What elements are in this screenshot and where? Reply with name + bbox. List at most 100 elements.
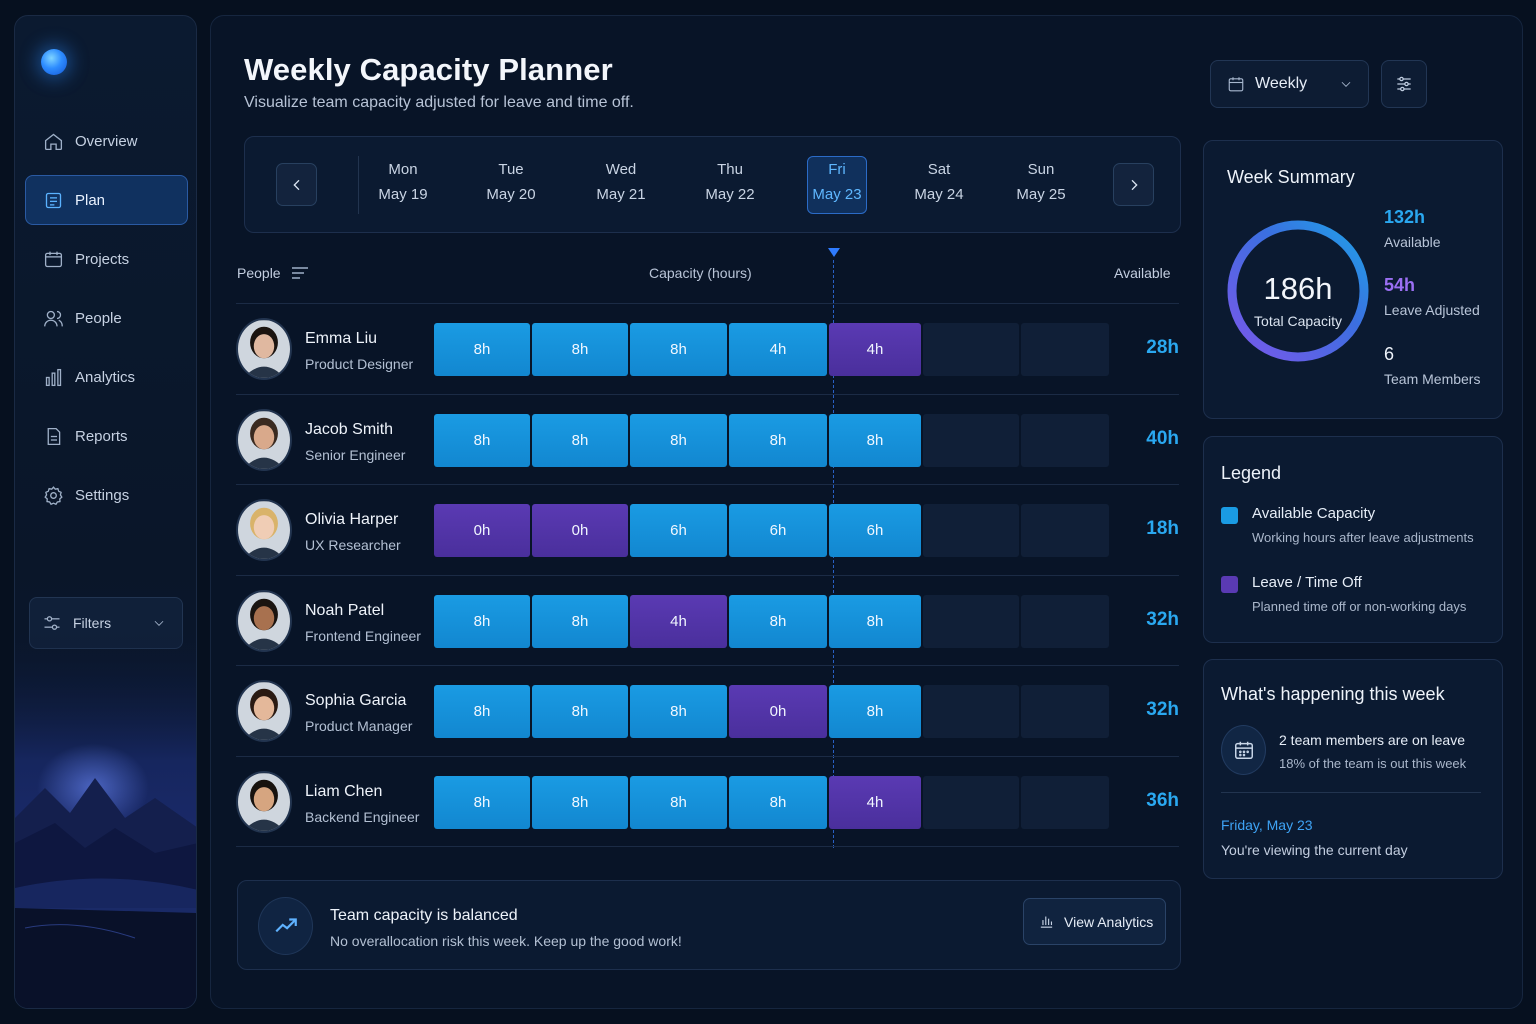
day-thu[interactable]: Thu May 22	[700, 157, 760, 215]
view-select[interactable]: Weekly	[1210, 60, 1369, 108]
leave-value: 54h	[1384, 275, 1416, 295]
capacity-cell[interactable]: 8h	[829, 413, 921, 467]
day-sun[interactable]: Sun May 25	[1011, 157, 1071, 215]
home-icon	[42, 130, 64, 152]
weekend-cell[interactable]	[1021, 685, 1109, 739]
weekend-cell[interactable]	[1021, 323, 1109, 376]
capacity-cell[interactable]: 8h	[434, 685, 530, 739]
status-banner: Team capacity is balanced No overallocat…	[237, 880, 1181, 970]
sidebar-item-settings[interactable]: Settings	[25, 470, 188, 520]
capacity-cell[interactable]: 8h	[434, 413, 530, 467]
people-icon	[42, 307, 64, 329]
plan-icon	[42, 189, 64, 211]
table-row[interactable]: Liam Chen Backend Engineer 8h 8h 8h 8h 4h 36h	[236, 755, 1179, 847]
capacity-cell[interactable]: 4h	[729, 323, 827, 376]
day-name: Tue	[498, 161, 524, 178]
week-summary-card: Week Summary 186h Total Capacity 132h Av…	[1203, 140, 1503, 419]
sidebar-item-label: Reports	[75, 427, 128, 445]
capacity-cell[interactable]: 8h	[434, 323, 530, 376]
table-row[interactable]: Jacob Smith Senior Engineer 8h 8h 8h 8h 8h 40h	[236, 393, 1179, 485]
capacity-cell[interactable]: 8h	[729, 775, 827, 829]
capacity-cell[interactable]: 8h	[630, 413, 727, 467]
analytics-icon	[42, 366, 64, 388]
weekend-cell[interactable]	[923, 685, 1019, 739]
capacity-cell[interactable]: 8h	[434, 594, 530, 648]
capacity-cell[interactable]: 8h	[532, 413, 628, 467]
capacity-column-header: Capacity (hours)	[649, 265, 752, 281]
day-sat[interactable]: Sat May 24	[909, 157, 969, 215]
weekend-cell[interactable]	[1021, 594, 1109, 648]
day-wed[interactable]: Wed May 21	[591, 157, 651, 215]
legend-name: Leave / Time Off	[1252, 574, 1362, 591]
weekend-cell[interactable]	[923, 413, 1019, 467]
table-row[interactable]: Noah Patel Frontend Engineer 8h 8h 4h 8h 8h 32h	[236, 574, 1179, 666]
weekend-cell[interactable]	[1021, 775, 1109, 829]
weekend-cell[interactable]	[1021, 504, 1109, 558]
person-name: Olivia Harper	[305, 511, 399, 529]
capacity-cell[interactable]: 8h	[630, 323, 727, 376]
capacity-cell[interactable]: 8h	[630, 685, 727, 739]
capacity-cell[interactable]: 6h	[829, 504, 921, 558]
leave-cell[interactable]: 4h	[829, 323, 921, 376]
capacity-cell[interactable]: 8h	[729, 594, 827, 648]
capacity-cell[interactable]: 8h	[630, 775, 727, 829]
capacity-cell[interactable]: 8h	[434, 775, 530, 829]
table-row[interactable]: Emma Liu Product Designer 8h 8h 8h 4h 4h 28h	[236, 303, 1179, 394]
day-fri[interactable]: Fri May 23	[807, 156, 867, 214]
weekend-cell[interactable]	[923, 594, 1019, 648]
members-value: 6	[1384, 344, 1395, 364]
person-name: Liam Chen	[305, 782, 383, 800]
capacity-cell[interactable]: 8h	[532, 775, 628, 829]
table-row[interactable]: Olivia Harper UX Researcher 0h 0h 6h 6h 6h 18h	[236, 484, 1179, 575]
day-date: May 21	[596, 186, 646, 203]
sidebar-item-reports[interactable]: Reports	[25, 411, 188, 461]
leave-cell[interactable]: 4h	[630, 594, 727, 648]
weekend-cell[interactable]	[923, 323, 1019, 376]
sidebar-item-projects[interactable]: Projects	[25, 234, 188, 284]
view-select-value: Weekly	[1255, 75, 1308, 92]
leave-cell[interactable]: 4h	[829, 775, 921, 829]
trend-up-icon	[258, 897, 313, 955]
sidebar-item-analytics[interactable]: Analytics	[25, 352, 188, 402]
capacity-cell[interactable]: 8h	[729, 413, 827, 467]
summary-title: Week Summary	[1227, 167, 1355, 187]
capacity-cell[interactable]: 6h	[630, 504, 727, 558]
people-column-header[interactable]: People	[237, 265, 309, 281]
sidebar-item-label: Plan	[75, 191, 106, 209]
table-row[interactable]: Sophia Garcia Product Manager 8h 8h 8h 0h 8h 32…	[236, 665, 1179, 756]
capacity-cell[interactable]: 8h	[532, 685, 628, 739]
view-settings-button[interactable]	[1381, 60, 1427, 108]
weekend-cell[interactable]	[923, 775, 1019, 829]
calendar-icon	[1228, 77, 1244, 92]
sidebar-item-plan[interactable]: Plan	[25, 175, 188, 225]
weekend-cell[interactable]	[1021, 413, 1109, 467]
sort-icon[interactable]	[291, 266, 309, 280]
person-name: Noah Patel	[305, 601, 385, 619]
capacity-cell[interactable]: 8h	[532, 594, 628, 648]
capacity-cell[interactable]: 8h	[829, 594, 921, 648]
leave-cell[interactable]: 0h	[729, 685, 827, 739]
day-name: Fri	[828, 161, 846, 178]
leave-cell[interactable]: 0h	[434, 504, 530, 558]
person-name: Jacob Smith	[305, 420, 394, 438]
capacity-cell[interactable]: 6h	[729, 504, 827, 558]
sidebar-item-overview[interactable]: Overview	[25, 116, 188, 166]
legend-card: Legend Available Capacity Working hours …	[1203, 436, 1503, 643]
capacity-cells: 0h 0h 6h 6h 6h	[434, 504, 1111, 558]
person-role: Frontend Engineer	[305, 627, 421, 644]
available-hours: 32h	[1146, 699, 1179, 721]
sidebar-item-people[interactable]: People	[25, 293, 188, 343]
prev-week-button[interactable]	[276, 163, 317, 206]
day-tue[interactable]: Tue May 20	[481, 157, 541, 215]
leave-cell[interactable]: 0h	[532, 504, 628, 558]
app-logo[interactable]	[41, 49, 67, 75]
capacity-cell[interactable]: 8h	[829, 685, 921, 739]
view-analytics-button[interactable]: View Analytics	[1023, 898, 1166, 945]
sliders-icon	[1397, 76, 1411, 92]
capacity-cell[interactable]: 8h	[532, 323, 628, 376]
next-week-button[interactable]	[1113, 163, 1154, 206]
leave-label: Leave Adjusted	[1384, 302, 1480, 318]
capacity-cells: 8h 8h 8h 8h 4h	[434, 775, 1111, 829]
day-mon[interactable]: Mon May 19	[373, 157, 433, 215]
weekend-cell[interactable]	[923, 504, 1019, 558]
